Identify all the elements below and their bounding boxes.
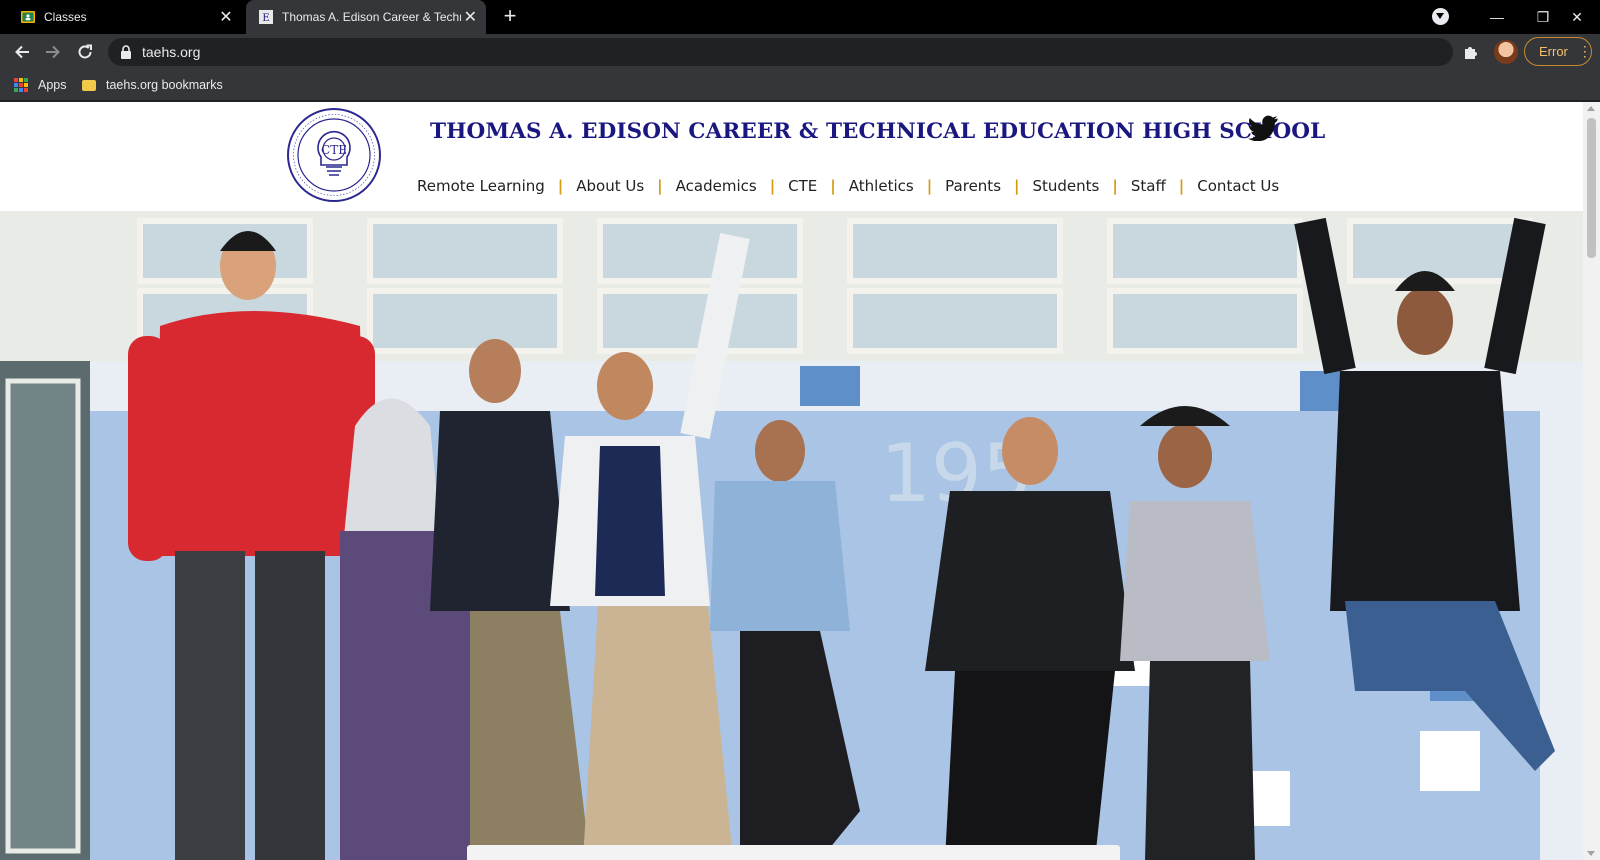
bookmark-folder-taehs[interactable]: taehs.org bookmarks: [82, 69, 223, 101]
lock-icon: [121, 45, 131, 59]
nav-remote-learning[interactable]: Remote Learning: [404, 177, 558, 195]
twitter-icon[interactable]: [1248, 115, 1278, 141]
nav-parents[interactable]: Parents: [932, 177, 1014, 195]
tab-title: Classes: [44, 10, 87, 24]
nav-about-us[interactable]: About Us: [563, 177, 657, 195]
scrollbar-thumb[interactable]: [1587, 118, 1596, 258]
bookmark-label: taehs.org bookmarks: [106, 78, 223, 92]
scroll-down-icon[interactable]: [1587, 851, 1595, 856]
close-tab-icon[interactable]: ✕: [216, 7, 236, 27]
svg-text:E: E: [262, 13, 269, 24]
tab-strip: Classes ✕ E Thomas A. Edison Career & Te…: [0, 0, 1600, 34]
apps-grid-icon: [14, 78, 28, 92]
extensions-puzzle-icon[interactable]: [1462, 43, 1480, 61]
back-arrow-icon: [15, 45, 29, 59]
main-navigation: Remote Learning | About Us | Academics |…: [404, 174, 1292, 198]
hero-content-card-edge: [467, 845, 1120, 860]
taehs-favicon: E: [259, 10, 273, 24]
tab-taehs[interactable]: E Thomas A. Edison Career & Techn ✕: [246, 0, 486, 34]
profile-avatar[interactable]: [1494, 40, 1518, 64]
more-menu-icon: ⋮: [1577, 43, 1592, 59]
nav-staff[interactable]: Staff: [1118, 177, 1179, 195]
bookmarks-bar: Apps taehs.org bookmarks: [0, 69, 1600, 101]
browser-toolbar: taehs.org Error ⋮: [0, 34, 1600, 69]
scroll-up-icon[interactable]: [1587, 106, 1595, 111]
url-text: taehs.org: [142, 44, 201, 60]
folder-icon: [82, 79, 96, 91]
minimize-button[interactable]: —: [1474, 0, 1520, 34]
nav-cte[interactable]: CTE: [775, 177, 830, 195]
forward-arrow-icon: [46, 45, 60, 59]
page-scrollbar[interactable]: [1583, 102, 1600, 860]
students-jumping-photo: 195: [0, 211, 1583, 860]
address-bar[interactable]: taehs.org: [108, 38, 1453, 66]
forward-button[interactable]: [41, 40, 65, 64]
tab-title: Thomas A. Edison Career & Techn: [282, 10, 461, 24]
new-tab-button[interactable]: +: [498, 5, 522, 29]
close-window-button[interactable]: ✕: [1554, 0, 1600, 34]
hero-photo-students: 195: [0, 211, 1583, 860]
tab-search-icon[interactable]: [1432, 8, 1449, 25]
close-tab-icon[interactable]: ✕: [461, 7, 480, 27]
school-name-title[interactable]: THOMAS A. EDISON CAREER & TECHNICAL EDUC…: [430, 119, 1325, 144]
tab-classes[interactable]: Classes ✕: [8, 0, 242, 34]
nav-athletics[interactable]: Athletics: [836, 177, 927, 195]
reload-icon: [78, 44, 92, 59]
error-label: Error: [1539, 44, 1568, 59]
page-viewport: CTE THOMAS A. EDISON CAREER & TECHNICAL …: [0, 102, 1600, 860]
nav-academics[interactable]: Academics: [663, 177, 770, 195]
school-seal-logo[interactable]: CTE: [286, 107, 382, 203]
sync-error-button[interactable]: Error ⋮: [1524, 37, 1592, 66]
reload-button[interactable]: [73, 40, 97, 64]
google-classroom-icon: [21, 11, 35, 23]
seal-text: CTE: [321, 143, 347, 157]
back-button[interactable]: [10, 40, 34, 64]
bookmark-apps[interactable]: Apps: [14, 69, 67, 101]
nav-students[interactable]: Students: [1020, 177, 1113, 195]
nav-contact-us[interactable]: Contact Us: [1184, 177, 1292, 195]
bookmark-label: Apps: [38, 78, 67, 92]
site-header: CTE THOMAS A. EDISON CAREER & TECHNICAL …: [0, 102, 1583, 211]
